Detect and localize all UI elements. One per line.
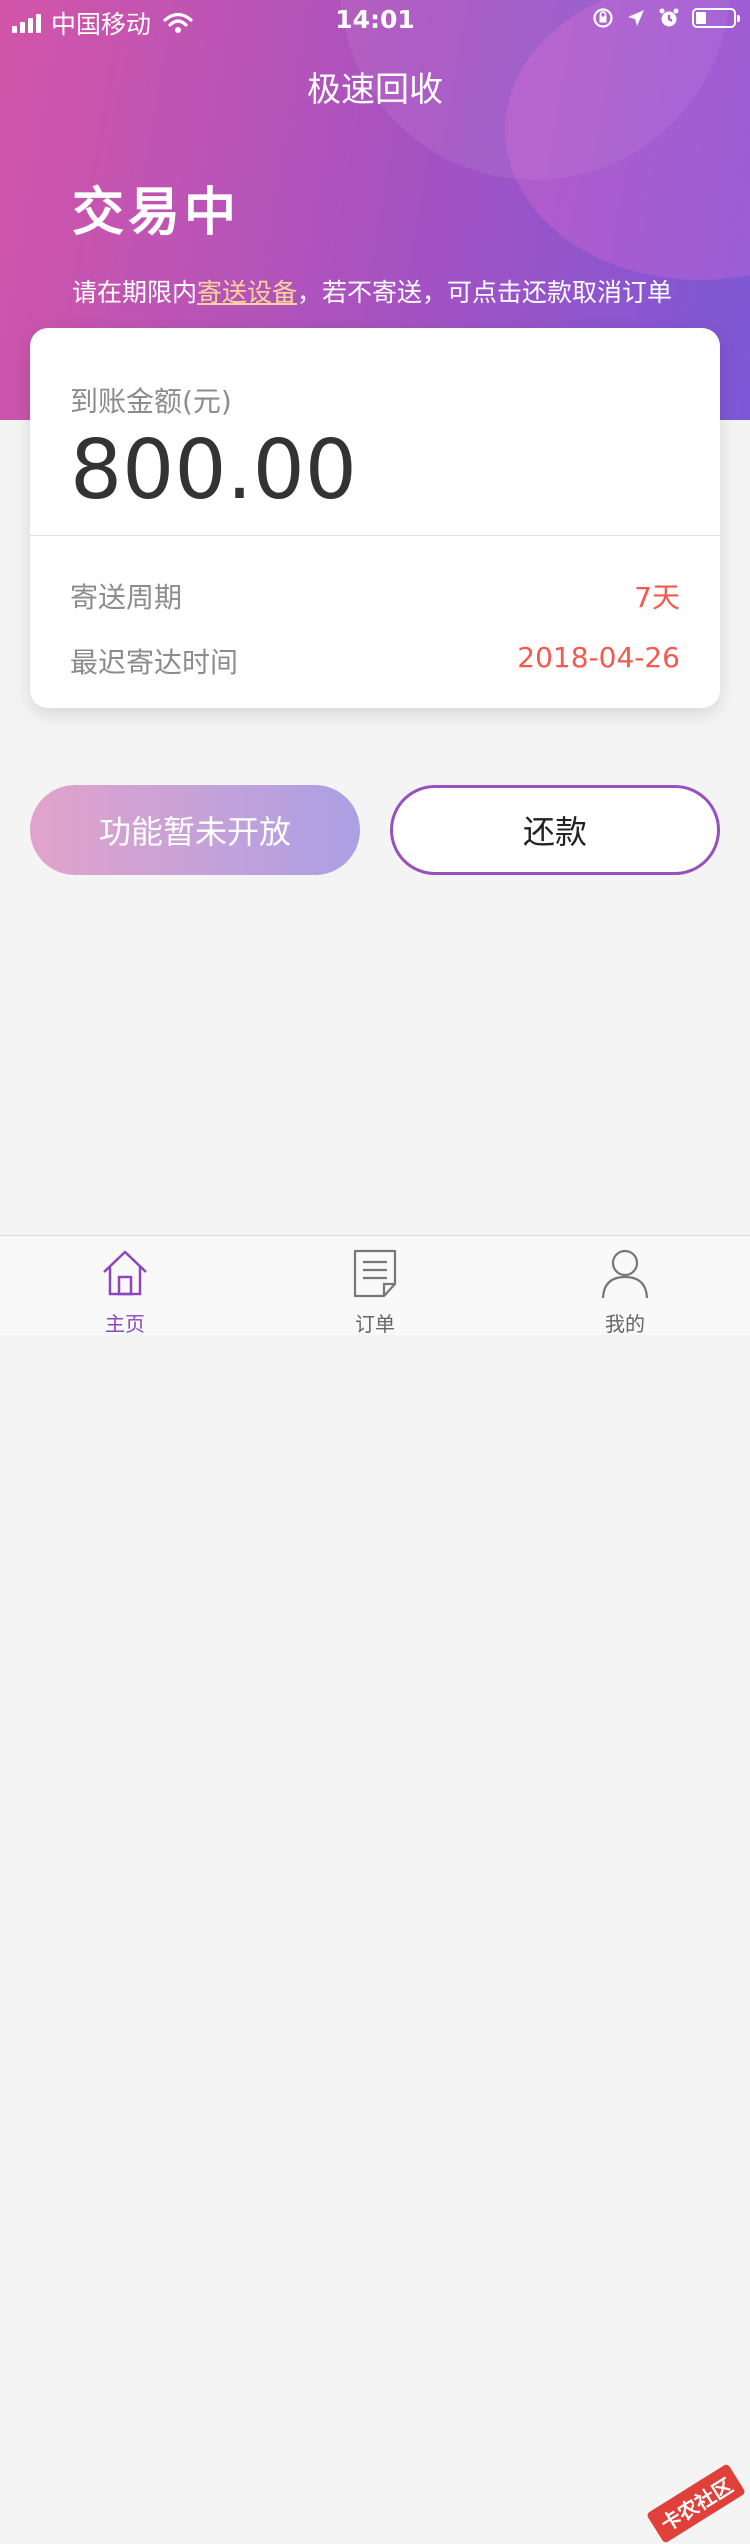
battery-icon <box>692 8 740 28</box>
home-icon <box>103 1250 147 1296</box>
amount-value: 800.00 <box>70 423 357 518</box>
shipping-period-label: 寄送周期 <box>70 581 183 614</box>
tab-bar: 主页 订单 我的 卡农社区 <box>0 1235 750 2544</box>
decor-circle <box>505 0 750 280</box>
location-icon <box>628 10 644 26</box>
latest-arrival-row: 最迟寄达时间 2018-04-26 <box>70 641 680 681</box>
tab-profile-label: 我的 <box>605 1312 645 1336</box>
amount-card: 到账金额(元) 800.00 寄送周期 7天 最迟寄达时间 2018-04-26 <box>30 328 720 708</box>
tab-home[interactable]: 主页 <box>0 1236 250 1336</box>
notice-prefix: 请在期限内 <box>72 278 198 307</box>
watermark-logo: 卡农社区 <box>646 2463 746 2544</box>
page-title: 极速回收 <box>307 70 443 110</box>
document-icon <box>353 1249 397 1298</box>
amount-label: 到账金额(元) <box>70 385 232 418</box>
feature-unavailable-button[interactable]: 功能暂未开放 <box>30 785 360 875</box>
divider <box>30 535 720 536</box>
order-status-title: 交易中 <box>72 183 241 243</box>
shipping-period-value: 7天 <box>634 581 680 614</box>
status-bar-right <box>592 7 740 29</box>
tab-profile[interactable]: 我的 <box>500 1236 750 1336</box>
tab-orders[interactable]: 订单 <box>250 1236 500 1336</box>
shipping-period-row: 寄送周期 7天 <box>70 576 680 616</box>
notice-text: 请在期限内寄送设备，若不寄送，可点击还款取消订单 <box>72 273 672 309</box>
notice-suffix: ，若不寄送，可点击还款取消订单 <box>297 278 673 307</box>
latest-arrival-label: 最迟寄达时间 <box>70 646 239 679</box>
status-bar: 中国移动 14:01 <box>0 0 750 40</box>
alarm-icon <box>659 8 679 27</box>
ship-device-link[interactable]: 寄送设备 <box>197 278 297 307</box>
user-icon <box>601 1249 649 1298</box>
tab-home-label: 主页 <box>105 1312 145 1336</box>
rotation-lock-icon <box>593 8 613 28</box>
repay-button[interactable]: 还款 <box>390 785 720 875</box>
tab-orders-label: 订单 <box>355 1312 395 1336</box>
latest-arrival-value: 2018-04-26 <box>517 641 680 674</box>
